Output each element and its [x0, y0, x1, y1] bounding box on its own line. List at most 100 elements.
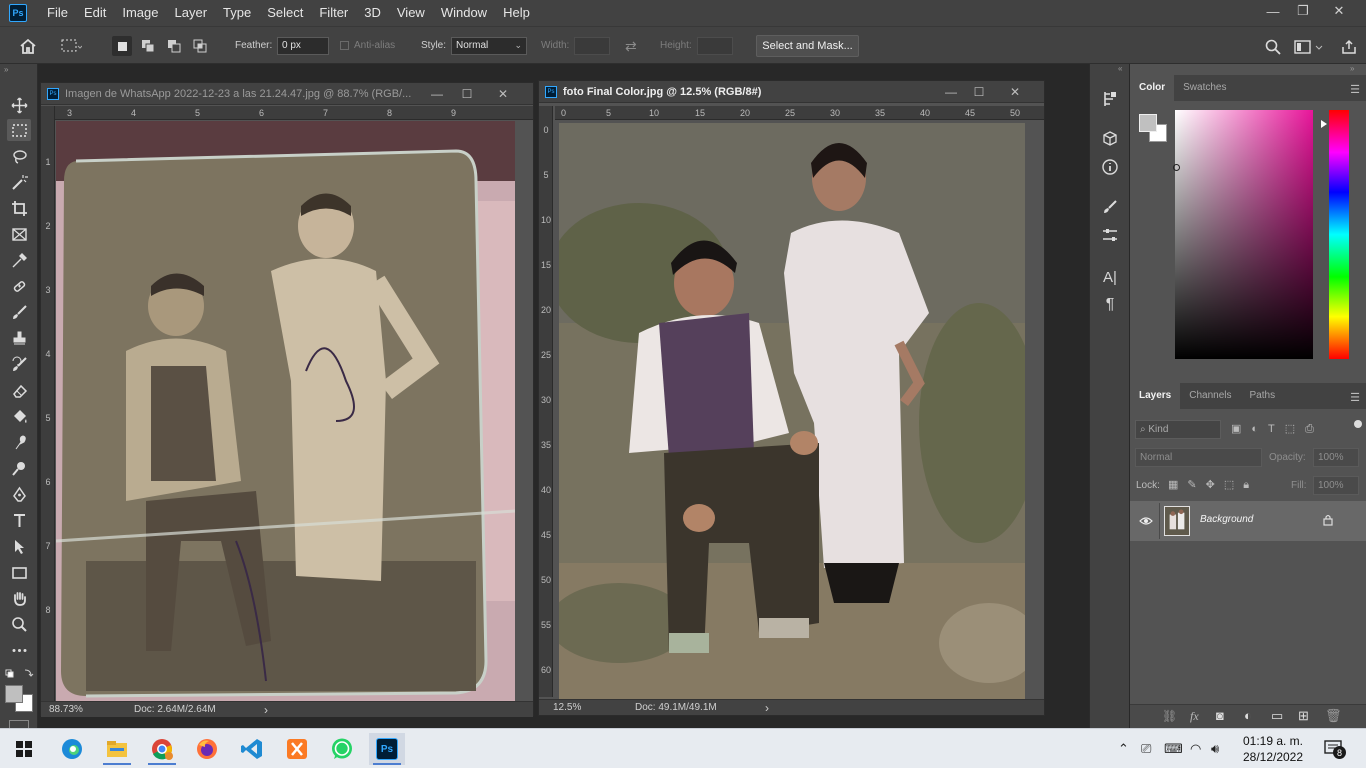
lasso-tool-icon[interactable] — [7, 145, 31, 167]
character-panel-icon[interactable]: A| — [1099, 266, 1121, 288]
subtract-selection-icon[interactable] — [164, 36, 184, 56]
history-brush-tool-icon[interactable] — [7, 353, 31, 375]
panel-menu-icon[interactable]: ☰ — [1350, 391, 1360, 404]
tab-layers[interactable]: Layers — [1130, 383, 1181, 409]
paint-bucket-tool-icon[interactable] — [7, 405, 31, 427]
3d-panel-icon[interactable] — [1099, 128, 1121, 150]
layer-filter-icons[interactable]: ▣◐T⬚⎙ — [1231, 422, 1324, 436]
select-and-mask-button[interactable]: Select and Mask... — [756, 35, 859, 57]
document-title-bar[interactable]: Ps Imagen de WhatsApp 2022-12-23 a las 2… — [41, 83, 533, 105]
taskbar-clock[interactable]: 01:19 a. m. 28/12/2022 — [1234, 733, 1312, 765]
vscode-icon[interactable] — [234, 733, 270, 765]
fill-input[interactable]: 100% — [1313, 476, 1359, 495]
language-icon[interactable]: ⌨ — [1164, 741, 1183, 757]
layer-name[interactable]: Background — [1200, 514, 1253, 525]
wifi-icon[interactable]: ◠ — [1190, 741, 1201, 757]
frame-tool-icon[interactable] — [7, 223, 31, 245]
move-tool-icon[interactable] — [7, 94, 31, 116]
height-input[interactable] — [697, 37, 733, 55]
new-group-icon[interactable]: ▭ — [1271, 708, 1283, 724]
opacity-input[interactable]: 100% — [1313, 448, 1359, 467]
width-input[interactable] — [574, 37, 610, 55]
hue-slider-marker[interactable] — [1321, 120, 1327, 128]
firefox-browser-icon[interactable] — [189, 733, 225, 765]
default-colors-icon[interactable] — [5, 667, 35, 681]
document-canvas-original-photo[interactable] — [56, 121, 515, 701]
share-icon[interactable] — [1340, 38, 1358, 56]
type-tool-icon[interactable] — [7, 509, 31, 531]
restore-button[interactable]: ❐ — [1286, 0, 1320, 22]
crop-tool-icon[interactable] — [7, 197, 31, 219]
collapse-arrows-icon[interactable]: » — [4, 65, 8, 74]
xampp-icon[interactable] — [279, 733, 315, 765]
doc-close-button[interactable]: ✕ — [1003, 83, 1027, 101]
file-explorer-icon[interactable] — [99, 733, 135, 765]
healing-brush-tool-icon[interactable] — [7, 275, 31, 297]
close-button[interactable]: ✕ — [1322, 0, 1356, 22]
path-selection-tool-icon[interactable] — [7, 535, 31, 557]
minimize-button[interactable]: — — [1256, 0, 1290, 22]
paragraph-panel-icon[interactable]: ¶ — [1099, 294, 1121, 316]
smudge-tool-icon[interactable] — [7, 431, 31, 453]
doc-minimize-button[interactable]: — — [425, 85, 449, 103]
color-picker-cursor[interactable] — [1173, 164, 1180, 171]
volume-icon[interactable]: 🔊︎ — [1211, 741, 1219, 757]
tab-channels[interactable]: Channels — [1180, 383, 1240, 409]
rectangle-tool-icon[interactable] — [7, 561, 31, 583]
document-canvas-color-photo[interactable] — [559, 123, 1025, 699]
foreground-color-swatch[interactable] — [1139, 114, 1157, 132]
whatsapp-icon[interactable] — [324, 733, 360, 765]
adjustments-sliders-icon[interactable] — [1099, 224, 1121, 246]
new-selection-icon[interactable] — [112, 36, 132, 56]
menu-file[interactable]: File — [39, 0, 76, 26]
pen-tool-icon[interactable] — [7, 483, 31, 505]
doc-close-button[interactable]: ✕ — [491, 85, 515, 103]
zoom-level[interactable]: 88.73% — [49, 704, 129, 715]
tab-paths[interactable]: Paths — [1241, 383, 1285, 409]
add-mask-icon[interactable]: ◙ — [1216, 708, 1224, 723]
intersect-selection-icon[interactable] — [190, 36, 210, 56]
home-icon[interactable] — [18, 37, 38, 55]
meet-now-icon[interactable]: ⎚ — [1141, 741, 1151, 757]
link-layers-icon[interactable]: ⛓ — [1162, 709, 1177, 723]
add-selection-icon[interactable] — [138, 36, 158, 56]
marquee-preset-icon[interactable] — [60, 38, 83, 54]
adjustment-layer-icon[interactable]: ◐ — [1244, 708, 1252, 723]
doc-maximize-button[interactable]: ☐ — [455, 85, 479, 103]
search-icon[interactable] — [1264, 38, 1282, 56]
menu-help[interactable]: Help — [495, 0, 538, 26]
notifications-icon[interactable]: 8 — [1324, 739, 1346, 759]
quick-mask-icon[interactable] — [9, 720, 29, 728]
windows-start-icon[interactable] — [6, 733, 42, 765]
menu-type[interactable]: Type — [215, 0, 259, 26]
brush-tool-icon[interactable] — [7, 301, 31, 323]
panel-menu-icon[interactable]: ☰ — [1350, 83, 1360, 96]
lock-icons[interactable]: ▦✎✥⬚🔒︎ — [1168, 478, 1258, 492]
magic-wand-tool-icon[interactable] — [7, 171, 31, 193]
tab-swatches[interactable]: Swatches — [1174, 75, 1235, 101]
status-menu-arrow[interactable]: › — [264, 703, 268, 717]
dodge-tool-icon[interactable] — [7, 457, 31, 479]
menu-filter[interactable]: Filter — [311, 0, 356, 26]
more-tools-icon[interactable] — [7, 639, 31, 661]
delete-layer-icon[interactable]: 🗑︎ — [1325, 708, 1342, 724]
eyedropper-tool-icon[interactable] — [7, 249, 31, 271]
brush-settings-icon[interactable] — [1099, 196, 1121, 218]
workspace-icon[interactable] — [1294, 39, 1324, 55]
fx-icon[interactable]: fx — [1190, 709, 1199, 724]
swap-dimensions-icon[interactable]: ⇄ — [625, 38, 637, 55]
antialias-checkbox[interactable] — [340, 41, 349, 50]
edge-browser-icon[interactable] — [54, 733, 90, 765]
feather-input[interactable]: 0 px — [277, 37, 329, 55]
blend-mode-select[interactable]: Normal — [1135, 448, 1262, 467]
menu-layer[interactable]: Layer — [167, 0, 216, 26]
zoom-level[interactable]: 12.5% — [553, 702, 633, 713]
color-picker-field[interactable] — [1175, 110, 1313, 359]
marquee-tool-icon[interactable] — [7, 119, 31, 141]
hand-tool-icon[interactable] — [7, 587, 31, 609]
hue-slider[interactable] — [1329, 110, 1349, 359]
doc-maximize-button[interactable]: ☐ — [967, 83, 991, 101]
show-hidden-icons-icon[interactable]: ⌃ — [1118, 741, 1129, 757]
filter-toggle-icon[interactable] — [1354, 420, 1362, 428]
eraser-tool-icon[interactable] — [7, 379, 31, 401]
